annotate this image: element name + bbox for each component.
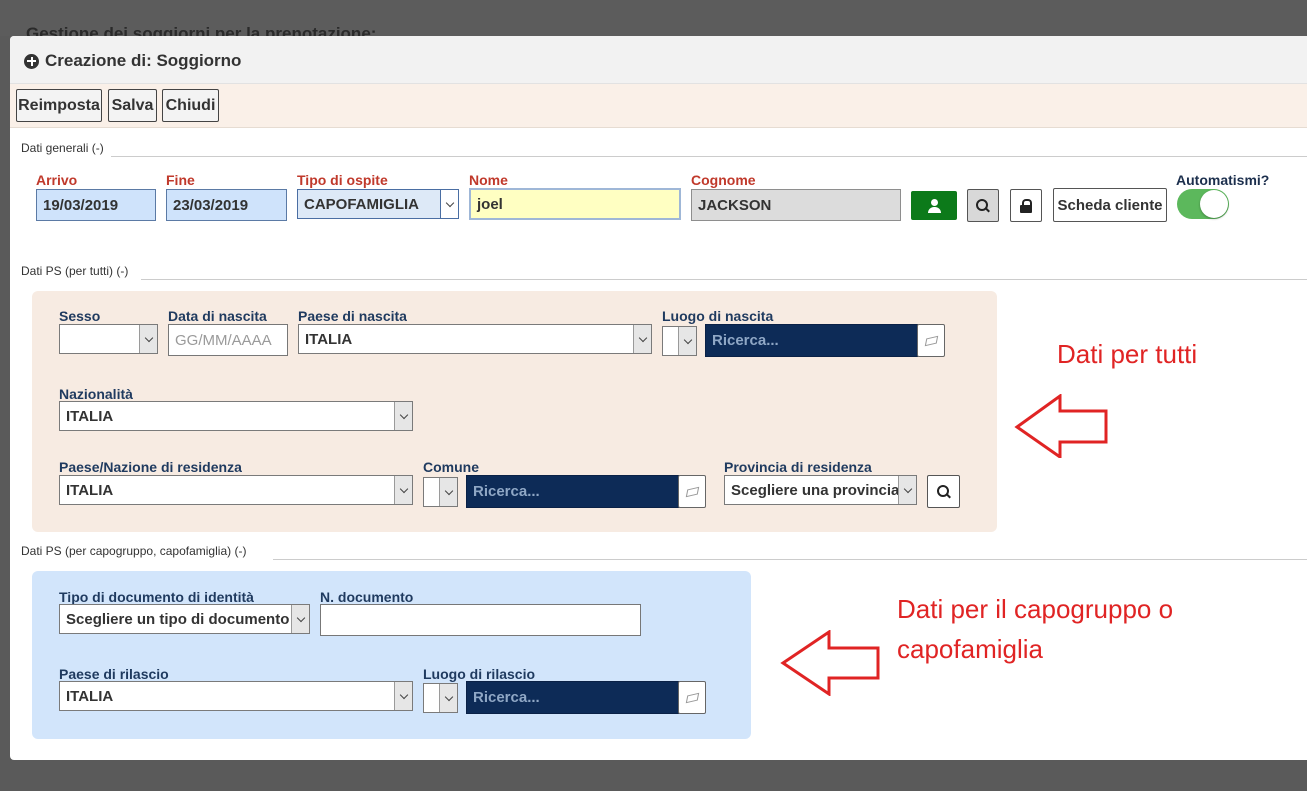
doc-tipo-select[interactable]: Scegliere un tipo di documento <box>59 604 310 634</box>
clear-luogo-nascita-button[interactable] <box>917 324 945 357</box>
fine-label: Fine <box>166 172 195 188</box>
chevron-down-icon <box>439 478 457 506</box>
close-button[interactable]: Chiudi <box>162 89 219 122</box>
eraser-icon <box>685 692 699 703</box>
luogo-rilascio-search[interactable]: Ricerca... <box>466 681 679 714</box>
eraser-icon <box>924 335 938 346</box>
chevron-down-icon <box>678 327 696 355</box>
dialog-header: Creazione di: Soggiorno <box>10 36 1307 84</box>
tipo-ospite-label: Tipo di ospite <box>297 172 388 188</box>
paese-nascita-value: ITALIA <box>305 330 353 348</box>
chevron-down-icon <box>394 402 412 430</box>
doc-num-label: N. documento <box>320 589 414 605</box>
annotation-dati-capo-line2: capofamiglia <box>897 634 1043 664</box>
chevron-down-icon <box>394 682 412 710</box>
tipo-ospite-select[interactable]: CAPOFAMIGLIA <box>297 189 459 219</box>
chevron-down-icon <box>139 325 157 353</box>
left-arrow-annotation <box>1014 394 1108 458</box>
nazionalita-value: ITALIA <box>66 407 114 425</box>
fine-date-field[interactable]: 23/03/2019 <box>166 189 287 221</box>
luogo-rilascio-select[interactable] <box>423 683 458 713</box>
nome-label: Nome <box>469 172 508 188</box>
cognome-label: Cognome <box>691 172 756 188</box>
paese-rilascio-value: ITALIA <box>66 687 114 705</box>
chevron-down-icon <box>898 476 916 504</box>
dialog-title-row: Creazione di: Soggiorno <box>24 51 241 71</box>
provincia-label: Provincia di residenza <box>724 459 872 475</box>
eraser-icon <box>685 486 699 497</box>
lock-icon <box>1020 198 1032 213</box>
chevron-down-icon <box>291 605 309 633</box>
plus-circle-icon <box>24 53 39 69</box>
automatismi-label: Automatismi? <box>1176 172 1270 188</box>
annotation-dati-tutti: Dati per tutti <box>1057 339 1198 369</box>
dialog-toolbar: Reimposta Salva Chiudi <box>10 84 1307 128</box>
section-ps-capo-label[interactable]: Dati PS (per capogruppo, capofamiglia) (… <box>21 544 246 558</box>
data-nascita-input[interactable]: GG/MM/AAAA <box>168 324 288 356</box>
paese-rilascio-label: Paese di rilascio <box>59 666 169 682</box>
section-divider <box>111 156 1307 157</box>
client-profile-button[interactable] <box>911 191 957 220</box>
provincia-value: Scegliere una provincia <box>731 481 900 499</box>
section-divider <box>141 279 1307 280</box>
reset-button[interactable]: Reimposta <box>16 89 102 122</box>
chevron-down-icon <box>633 325 651 353</box>
create-stay-dialog: Creazione di: Soggiorno Reimposta Salva … <box>10 36 1307 760</box>
luogo-nascita-select[interactable] <box>662 326 697 356</box>
comune-label: Comune <box>423 459 479 475</box>
annotation-dati-capo-line1: Dati per il capogruppo o <box>897 594 1174 624</box>
arrivo-date-field[interactable]: 19/03/2019 <box>36 189 156 221</box>
search-icon <box>976 198 990 213</box>
clear-luogo-rilascio-button[interactable] <box>678 681 706 714</box>
luogo-nascita-search[interactable]: Ricerca... <box>705 324 918 357</box>
doc-tipo-label: Tipo di documento di identità <box>59 589 254 605</box>
chevron-down-icon <box>394 476 412 504</box>
lock-button[interactable] <box>1010 189 1042 222</box>
search-icon <box>936 484 951 499</box>
residenza-label: Paese/Nazione di residenza <box>59 459 242 475</box>
arrivo-label: Arrivo <box>36 172 78 188</box>
residenza-value: ITALIA <box>66 481 114 499</box>
paese-rilascio-select[interactable]: ITALIA <box>59 681 413 711</box>
luogo-nascita-label: Luogo di nascita <box>662 308 774 324</box>
provincia-select[interactable]: Scegliere una provincia <box>724 475 917 505</box>
background-overlay-bottom <box>0 760 1307 791</box>
search-provincia-button[interactable] <box>927 475 960 508</box>
data-nascita-label: Data di nascita <box>168 308 267 324</box>
section-divider <box>273 559 1307 560</box>
chevron-down-icon <box>439 684 457 712</box>
chevron-down-icon <box>440 190 458 218</box>
sesso-label: Sesso <box>59 308 101 324</box>
cognome-input[interactable]: JACKSON <box>691 189 901 221</box>
dialog-title: Creazione di: Soggiorno <box>45 51 242 70</box>
section-ps-all-label[interactable]: Dati PS (per tutti) (-) <box>21 264 128 278</box>
section-general-label[interactable]: Dati generali (-) <box>21 141 104 155</box>
sesso-select[interactable] <box>59 324 158 354</box>
left-arrow-annotation <box>780 630 880 696</box>
scheda-cliente-button[interactable]: Scheda cliente <box>1053 188 1167 222</box>
toggle-knob <box>1200 190 1228 218</box>
save-button[interactable]: Salva <box>108 89 157 122</box>
residenza-select[interactable]: ITALIA <box>59 475 413 505</box>
user-icon <box>927 198 941 213</box>
nome-input[interactable]: joel <box>469 188 681 220</box>
nazionalita-select[interactable]: ITALIA <box>59 401 413 431</box>
paese-nascita-select[interactable]: ITALIA <box>298 324 652 354</box>
search-client-button[interactable] <box>967 189 999 222</box>
comune-search[interactable]: Ricerca... <box>466 475 679 508</box>
luogo-rilascio-label: Luogo di rilascio <box>423 666 536 682</box>
comune-select[interactable] <box>423 477 458 507</box>
doc-num-input[interactable] <box>320 604 641 636</box>
tipo-ospite-value: CAPOFAMIGLIA <box>304 195 419 213</box>
clear-comune-button[interactable] <box>678 475 706 508</box>
paese-nascita-label: Paese di nascita <box>298 308 407 324</box>
doc-tipo-value: Scegliere un tipo di documento <box>66 610 290 628</box>
background-page-title: Gestione dei soggiorni per la prenotazio… <box>26 24 377 36</box>
automatismi-toggle[interactable] <box>1177 189 1229 219</box>
nazionalita-label: Nazionalità <box>59 386 133 402</box>
